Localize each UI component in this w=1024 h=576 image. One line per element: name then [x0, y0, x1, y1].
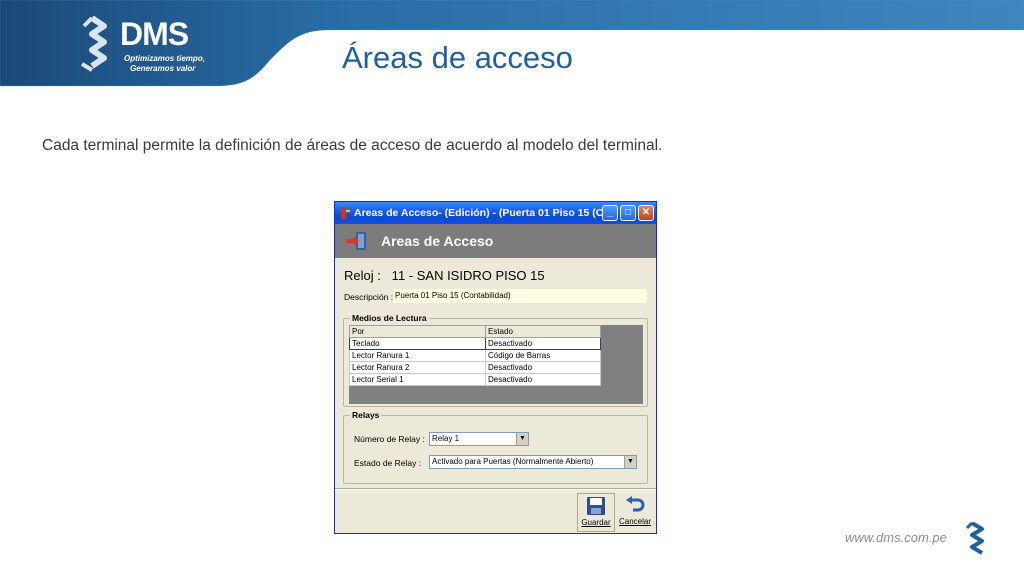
- table-row[interactable]: Lector Ranura 1 Código de Barras: [349, 349, 601, 362]
- cancelar-label: Cancelar: [618, 517, 651, 526]
- guardar-button[interactable]: Guardar: [577, 493, 615, 532]
- table-row[interactable]: Teclado Desactivado: [349, 337, 601, 350]
- table-row[interactable]: Lector Serial 1 Desactivado: [349, 373, 601, 386]
- close-button[interactable]: ✕: [638, 205, 654, 221]
- medios-table: Por Estado Teclado Desactivado Lector Ra…: [349, 325, 601, 386]
- estado-relay-value: Activado para Puertas (Normalmente Abier…: [432, 457, 594, 466]
- close-icon: ✕: [641, 207, 651, 218]
- dms-footer-logo-icon: [965, 522, 984, 555]
- floppy-disk-icon: [587, 497, 605, 515]
- column-header-por[interactable]: Por: [349, 325, 486, 338]
- column-header-estado[interactable]: Estado: [485, 325, 601, 338]
- dms-logo: DMS Optimizamos tiempo, Generamos valor: [78, 14, 218, 76]
- dialog-title: Areas de Acceso- (Edición) - (Puerta 01 …: [354, 207, 613, 219]
- medios-lectura-group: Medios de Lectura Por Estado Teclado Des…: [343, 313, 648, 407]
- minimize-button[interactable]: _: [602, 205, 618, 221]
- dialog-header-band: Areas de Acceso: [335, 224, 656, 258]
- cell-estado: Desactivado: [485, 361, 601, 374]
- cell-estado: Desactivado: [485, 337, 601, 350]
- estado-relay-select[interactable]: Activado para Puertas (Normalmente Abier…: [429, 455, 637, 469]
- app-key-icon: [341, 207, 350, 219]
- cell-por: Lector Ranura 1: [349, 349, 486, 362]
- slide-body-text: Cada terminal permite la definición de á…: [42, 137, 663, 154]
- logo-tagline-2: Generamos valor: [130, 64, 196, 73]
- numero-relay-select[interactable]: Relay 1 ▼: [429, 432, 529, 446]
- medios-grid-area[interactable]: Por Estado Teclado Desactivado Lector Ra…: [349, 325, 643, 404]
- cell-por: Teclado: [349, 337, 486, 350]
- estado-relay-label: Estado de Relay :: [354, 458, 422, 468]
- numero-relay-value: Relay 1: [432, 434, 460, 443]
- dialog-titlebar[interactable]: Areas de Acceso- (Edición) - (Puerta 01 …: [335, 202, 656, 224]
- reloj-text: Reloj : 11 - SAN ISIDRO PISO 15: [344, 268, 545, 283]
- cell-estado: Desactivado: [485, 373, 601, 386]
- slide-title: Áreas de acceso: [342, 40, 573, 75]
- dialog-header-title: Areas de Acceso: [381, 233, 494, 249]
- logo-wordmark: DMS: [120, 16, 189, 52]
- cancelar-button[interactable]: Cancelar: [616, 493, 654, 532]
- cell-por: Lector Serial 1: [349, 373, 486, 386]
- minimize-icon: _: [607, 207, 613, 218]
- maximize-icon: □: [624, 207, 632, 218]
- cell-estado: Código de Barras: [485, 349, 601, 362]
- descripcion-input[interactable]: Puerta 01 Piso 15 (Contabilidad): [393, 289, 647, 303]
- relays-title: Relays: [350, 410, 382, 420]
- maximize-button[interactable]: □: [620, 205, 636, 221]
- toolbar-separator-highlight: [335, 489, 656, 490]
- descripcion-label: Descripción :: [344, 292, 394, 302]
- logo-tagline-1: Optimizamos tiempo,: [124, 54, 205, 63]
- undo-arrow-icon: [626, 496, 645, 512]
- chevron-down-icon[interactable]: ▼: [624, 456, 636, 468]
- relays-group: Relays Número de Relay : Relay 1 ▼ Estad…: [343, 410, 648, 484]
- areas-acceso-dialog: Areas de Acceso- (Edición) - (Puerta 01 …: [334, 201, 657, 534]
- numero-relay-label: Número de Relay :: [354, 434, 425, 444]
- access-door-icon: [346, 232, 366, 250]
- cell-por: Lector Ranura 2: [349, 361, 486, 374]
- table-row[interactable]: Lector Ranura 2 Desactivado: [349, 361, 601, 374]
- guardar-label: Guardar: [581, 518, 611, 527]
- dms-logo-mark-icon: [80, 16, 107, 72]
- footer-url[interactable]: www.dms.com.pe: [845, 530, 947, 545]
- chevron-down-icon[interactable]: ▼: [516, 433, 528, 445]
- medios-lectura-title: Medios de Lectura: [350, 313, 429, 323]
